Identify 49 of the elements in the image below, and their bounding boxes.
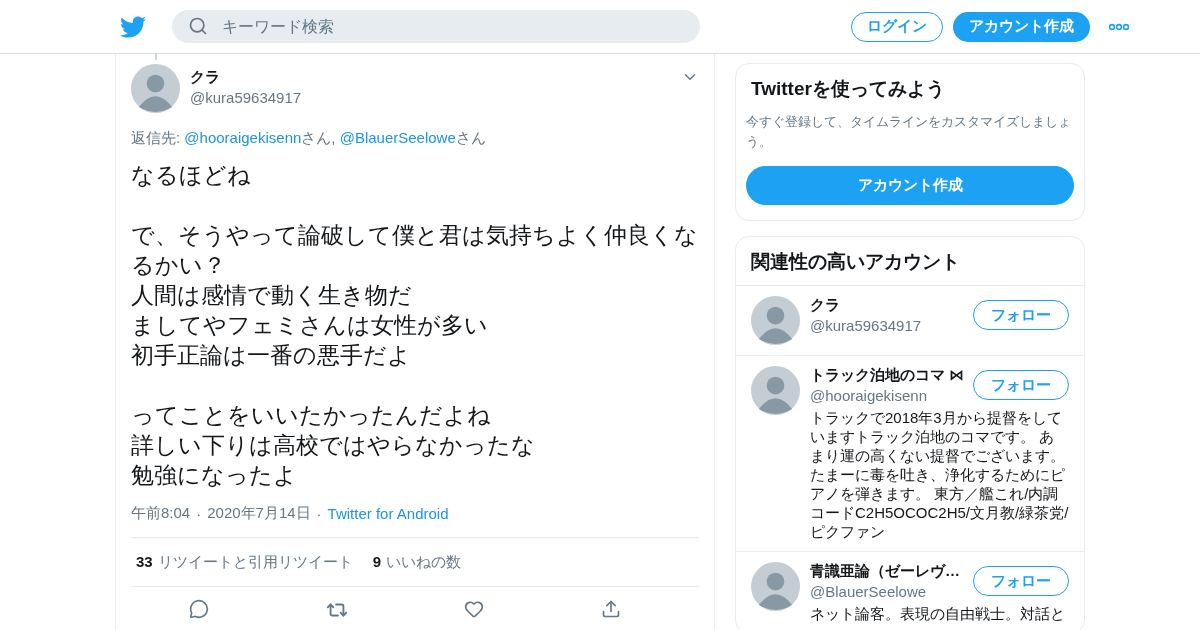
source-link[interactable]: Twitter for Android [327, 505, 449, 522]
stat-count: 33 [136, 552, 153, 572]
account-name: クラ [810, 296, 841, 315]
tweet-text-line: ってことをいいたかったんだよね [131, 401, 492, 430]
follow-button[interactable]: フォロー [973, 566, 1069, 596]
tweet-text-line: なるほどね [131, 161, 252, 190]
account-bio: ネット論客。表現の自由戦士。対話と [810, 604, 1066, 623]
tweet-text-line: 人間は感情で動く生き物だ [131, 281, 413, 310]
avatar [751, 562, 800, 611]
mention-link[interactable]: @BlauerSeelowe [339, 129, 456, 146]
mention-link[interactable]: @hooraigekisenn [184, 129, 302, 146]
signup-button[interactable]: アカウント作成 [746, 166, 1074, 205]
follow-button[interactable]: フォロー [973, 370, 1069, 400]
search-icon [188, 16, 208, 36]
account-handle: @hooraigekisenn [810, 387, 928, 404]
stat-label[interactable]: リツイートと引用リツイート [157, 552, 353, 572]
account-handle: @BlauerSeelowe [810, 583, 928, 600]
stat-count: 9 [372, 552, 382, 572]
tweet-text-line: で、そうやって論破して僕と君は気持ちよく仲良くなるかい？ [131, 221, 699, 280]
separator: · [316, 505, 322, 522]
tweet-text-line: 詳しい下りは高校ではやらなかったな [131, 431, 536, 460]
reply-icon[interactable] [189, 599, 210, 619]
tweet-text-line: ましてやフェミさんは女性が多い [131, 311, 489, 340]
tweet-text-line: 勉強になったよ [131, 461, 298, 490]
share-icon[interactable] [600, 599, 621, 619]
avatar [131, 64, 180, 113]
follow-button[interactable]: フォロー [973, 300, 1069, 330]
user-handle: @kura59634917 [190, 89, 303, 106]
user-name: クラ [190, 68, 221, 87]
stat-label[interactable]: いいねの数 [386, 552, 462, 572]
account-handle: @kura59634917 [810, 317, 923, 334]
card-title: 関連性の高いアカウント [750, 250, 961, 274]
avatar [751, 296, 800, 345]
tweet-time: 午前8:04 [131, 504, 191, 523]
separator: · [196, 505, 202, 522]
tweet-text-line: 初手正論は一番の悪手だよ [131, 341, 412, 370]
login-button[interactable]: ログイン [851, 11, 943, 42]
avatar [751, 366, 800, 415]
card-title: Twitterを使ってみよう [750, 77, 946, 101]
signup-button[interactable]: アカウント作成 [953, 11, 1090, 42]
account-bio: トラックで2018年3月から提督をしていますトラック泊地のコマです。 あまり運の高くない提督でございます。たまーに毒を吐き、浄化するためにピアノを弾きます。 東方／艦これ/内調コードC2H5OCOC2H5/文月教/緑茶党/ピクファン [810, 408, 1069, 541]
tweet-date: 2020年7月14日 [207, 504, 311, 523]
card-text: 今すぐ登録して、タイムラインをカスタマイズしましょう。 [745, 113, 1072, 151]
heart-icon[interactable] [464, 599, 485, 619]
account-name: トラック泊地のコマ ⋈ [810, 366, 966, 385]
search-field[interactable]: キーワード検索 [172, 10, 700, 43]
reply-line: 返信先: @hooraigekisennさん, @BlauerSeeloweさん [131, 129, 487, 148]
account-name: 青識亜論（ゼーレヴ… [810, 562, 961, 581]
more-icon[interactable] [1108, 22, 1130, 31]
